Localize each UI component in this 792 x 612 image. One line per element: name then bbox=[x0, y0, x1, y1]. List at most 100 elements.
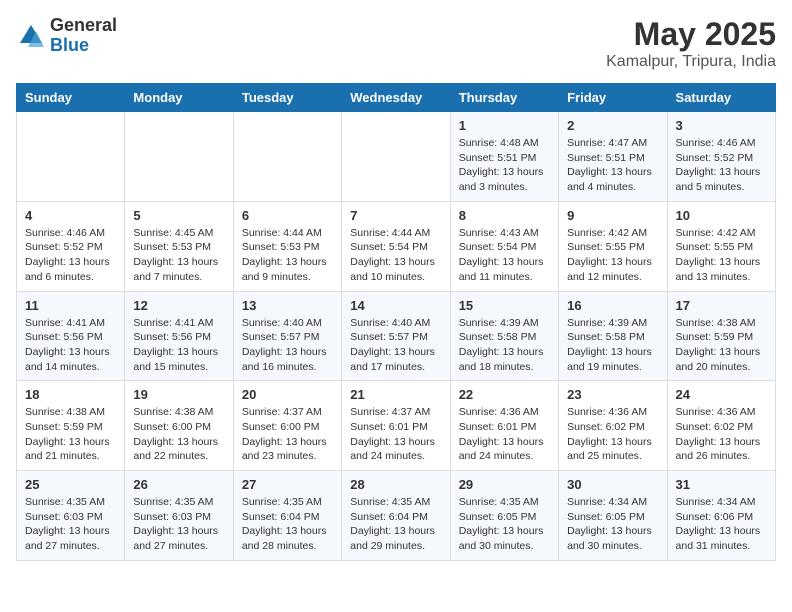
calendar-cell: 14 Sunrise: 4:40 AM Sunset: 5:57 PM Dayli… bbox=[342, 291, 450, 381]
day-number: 9 bbox=[567, 208, 658, 223]
weekday-header-wednesday: Wednesday bbox=[342, 84, 450, 112]
month-title: May 2025 bbox=[606, 16, 776, 53]
weekday-header-monday: Monday bbox=[125, 84, 233, 112]
calendar-cell bbox=[125, 112, 233, 202]
calendar-cell: 6 Sunrise: 4:44 AM Sunset: 5:53 PM Daylig… bbox=[233, 201, 341, 291]
day-number: 28 bbox=[350, 477, 441, 492]
calendar-cell: 28 Sunrise: 4:35 AM Sunset: 6:04 PM Dayli… bbox=[342, 471, 450, 561]
day-info: Sunrise: 4:35 AM Sunset: 6:04 PM Dayligh… bbox=[242, 495, 333, 554]
calendar-cell: 12 Sunrise: 4:41 AM Sunset: 5:56 PM Dayli… bbox=[125, 291, 233, 381]
calendar-cell: 7 Sunrise: 4:44 AM Sunset: 5:54 PM Daylig… bbox=[342, 201, 450, 291]
day-info: Sunrise: 4:47 AM Sunset: 5:51 PM Dayligh… bbox=[567, 136, 658, 195]
day-number: 25 bbox=[25, 477, 116, 492]
day-number: 30 bbox=[567, 477, 658, 492]
day-info: Sunrise: 4:35 AM Sunset: 6:03 PM Dayligh… bbox=[133, 495, 224, 554]
day-info: Sunrise: 4:36 AM Sunset: 6:01 PM Dayligh… bbox=[459, 405, 550, 464]
calendar-cell: 9 Sunrise: 4:42 AM Sunset: 5:55 PM Daylig… bbox=[559, 201, 667, 291]
calendar-cell: 21 Sunrise: 4:37 AM Sunset: 6:01 PM Dayli… bbox=[342, 381, 450, 471]
day-number: 10 bbox=[676, 208, 767, 223]
day-number: 12 bbox=[133, 298, 224, 313]
day-info: Sunrise: 4:42 AM Sunset: 5:55 PM Dayligh… bbox=[676, 226, 767, 285]
weekday-header-tuesday: Tuesday bbox=[233, 84, 341, 112]
day-number: 8 bbox=[459, 208, 550, 223]
calendar-week-row-5: 25 Sunrise: 4:35 AM Sunset: 6:03 PM Dayli… bbox=[17, 471, 776, 561]
day-number: 20 bbox=[242, 387, 333, 402]
calendar-cell: 17 Sunrise: 4:38 AM Sunset: 5:59 PM Dayli… bbox=[667, 291, 775, 381]
day-info: Sunrise: 4:44 AM Sunset: 5:53 PM Dayligh… bbox=[242, 226, 333, 285]
day-info: Sunrise: 4:36 AM Sunset: 6:02 PM Dayligh… bbox=[567, 405, 658, 464]
day-info: Sunrise: 4:46 AM Sunset: 5:52 PM Dayligh… bbox=[676, 136, 767, 195]
day-info: Sunrise: 4:42 AM Sunset: 5:55 PM Dayligh… bbox=[567, 226, 658, 285]
weekday-header-friday: Friday bbox=[559, 84, 667, 112]
calendar-cell: 2 Sunrise: 4:47 AM Sunset: 5:51 PM Daylig… bbox=[559, 112, 667, 202]
calendar-week-row-1: 1 Sunrise: 4:48 AM Sunset: 5:51 PM Daylig… bbox=[17, 112, 776, 202]
day-number: 15 bbox=[459, 298, 550, 313]
logo-general-label: General bbox=[50, 16, 117, 36]
day-number: 19 bbox=[133, 387, 224, 402]
day-number: 29 bbox=[459, 477, 550, 492]
calendar-cell: 5 Sunrise: 4:45 AM Sunset: 5:53 PM Daylig… bbox=[125, 201, 233, 291]
day-info: Sunrise: 4:41 AM Sunset: 5:56 PM Dayligh… bbox=[133, 316, 224, 375]
day-number: 1 bbox=[459, 118, 550, 133]
day-info: Sunrise: 4:46 AM Sunset: 5:52 PM Dayligh… bbox=[25, 226, 116, 285]
day-number: 22 bbox=[459, 387, 550, 402]
calendar-cell: 24 Sunrise: 4:36 AM Sunset: 6:02 PM Dayli… bbox=[667, 381, 775, 471]
day-number: 31 bbox=[676, 477, 767, 492]
calendar-cell: 8Sunrise: 4:43 AM Sunset: 5:54 PM Daylig… bbox=[450, 201, 558, 291]
weekday-header-row: SundayMondayTuesdayWednesdayThursdayFrid… bbox=[17, 84, 776, 112]
logo-text: General Blue bbox=[50, 16, 117, 56]
calendar-cell bbox=[233, 112, 341, 202]
title-section: May 2025 Kamalpur, Tripura, India bbox=[606, 16, 776, 71]
calendar-week-row-2: 4 Sunrise: 4:46 AM Sunset: 5:52 PM Daylig… bbox=[17, 201, 776, 291]
calendar-cell: 16Sunrise: 4:39 AM Sunset: 5:58 PM Dayli… bbox=[559, 291, 667, 381]
calendar-cell: 10 Sunrise: 4:42 AM Sunset: 5:55 PM Dayli… bbox=[667, 201, 775, 291]
day-number: 6 bbox=[242, 208, 333, 223]
calendar-cell: 19 Sunrise: 4:38 AM Sunset: 6:00 PM Dayli… bbox=[125, 381, 233, 471]
calendar-cell: 3 Sunrise: 4:46 AM Sunset: 5:52 PM Daylig… bbox=[667, 112, 775, 202]
day-info: Sunrise: 4:41 AM Sunset: 5:56 PM Dayligh… bbox=[25, 316, 116, 375]
logo-icon bbox=[16, 21, 46, 51]
calendar-cell: 25Sunrise: 4:35 AM Sunset: 6:03 PM Dayli… bbox=[17, 471, 125, 561]
calendar-cell: 15Sunrise: 4:39 AM Sunset: 5:58 PM Dayli… bbox=[450, 291, 558, 381]
day-info: Sunrise: 4:38 AM Sunset: 5:59 PM Dayligh… bbox=[25, 405, 116, 464]
day-number: 18 bbox=[25, 387, 116, 402]
logo: General Blue bbox=[16, 16, 117, 56]
day-info: Sunrise: 4:37 AM Sunset: 6:00 PM Dayligh… bbox=[242, 405, 333, 464]
day-info: Sunrise: 4:39 AM Sunset: 5:58 PM Dayligh… bbox=[567, 316, 658, 375]
day-number: 27 bbox=[242, 477, 333, 492]
day-number: 17 bbox=[676, 298, 767, 313]
day-info: Sunrise: 4:40 AM Sunset: 5:57 PM Dayligh… bbox=[350, 316, 441, 375]
day-number: 26 bbox=[133, 477, 224, 492]
day-number: 3 bbox=[676, 118, 767, 133]
day-info: Sunrise: 4:34 AM Sunset: 6:06 PM Dayligh… bbox=[676, 495, 767, 554]
calendar-cell: 13 Sunrise: 4:40 AM Sunset: 5:57 PM Dayli… bbox=[233, 291, 341, 381]
day-info: Sunrise: 4:37 AM Sunset: 6:01 PM Dayligh… bbox=[350, 405, 441, 464]
calendar-cell: 20 Sunrise: 4:37 AM Sunset: 6:00 PM Dayli… bbox=[233, 381, 341, 471]
day-number: 5 bbox=[133, 208, 224, 223]
day-info: Sunrise: 4:48 AM Sunset: 5:51 PM Dayligh… bbox=[459, 136, 550, 195]
location-label: Kamalpur, Tripura, India bbox=[606, 53, 776, 71]
day-info: Sunrise: 4:36 AM Sunset: 6:02 PM Dayligh… bbox=[676, 405, 767, 464]
day-number: 7 bbox=[350, 208, 441, 223]
weekday-header-thursday: Thursday bbox=[450, 84, 558, 112]
weekday-header-saturday: Saturday bbox=[667, 84, 775, 112]
day-number: 21 bbox=[350, 387, 441, 402]
calendar-cell: 30Sunrise: 4:34 AM Sunset: 6:05 PM Dayli… bbox=[559, 471, 667, 561]
day-info: Sunrise: 4:35 AM Sunset: 6:04 PM Dayligh… bbox=[350, 495, 441, 554]
day-number: 14 bbox=[350, 298, 441, 313]
day-info: Sunrise: 4:40 AM Sunset: 5:57 PM Dayligh… bbox=[242, 316, 333, 375]
calendar-cell bbox=[17, 112, 125, 202]
calendar-cell: 31 Sunrise: 4:34 AM Sunset: 6:06 PM Dayli… bbox=[667, 471, 775, 561]
weekday-header-sunday: Sunday bbox=[17, 84, 125, 112]
day-number: 2 bbox=[567, 118, 658, 133]
calendar-cell: 22 Sunrise: 4:36 AM Sunset: 6:01 PM Dayli… bbox=[450, 381, 558, 471]
calendar-cell: 11Sunrise: 4:41 AM Sunset: 5:56 PM Dayli… bbox=[17, 291, 125, 381]
day-info: Sunrise: 4:38 AM Sunset: 6:00 PM Dayligh… bbox=[133, 405, 224, 464]
day-number: 4 bbox=[25, 208, 116, 223]
day-number: 13 bbox=[242, 298, 333, 313]
day-number: 24 bbox=[676, 387, 767, 402]
day-info: Sunrise: 4:44 AM Sunset: 5:54 PM Dayligh… bbox=[350, 226, 441, 285]
logo-blue-label: Blue bbox=[50, 36, 117, 56]
day-info: Sunrise: 4:45 AM Sunset: 5:53 PM Dayligh… bbox=[133, 226, 224, 285]
day-info: Sunrise: 4:38 AM Sunset: 5:59 PM Dayligh… bbox=[676, 316, 767, 375]
